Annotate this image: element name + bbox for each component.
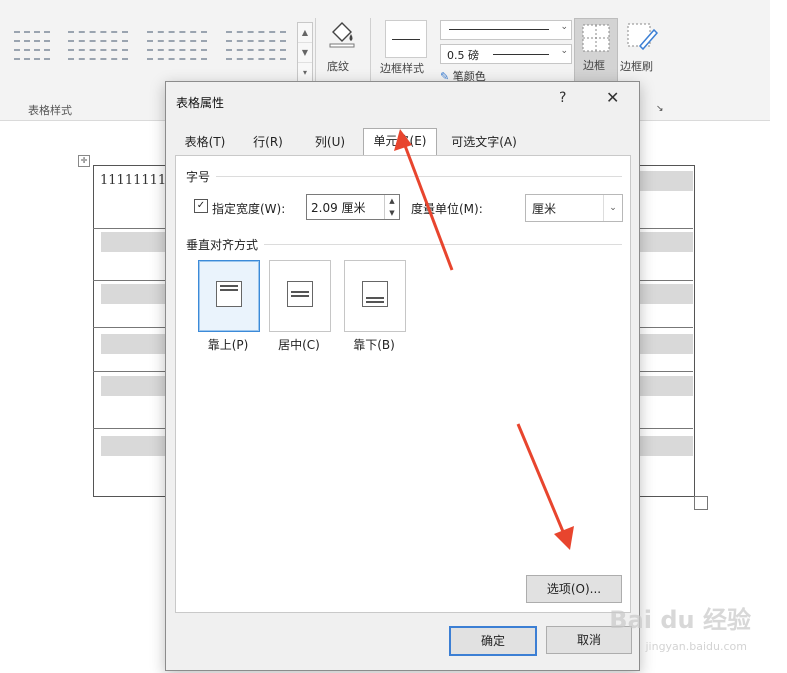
borders-grid-icon [582, 24, 610, 52]
size-section-title: 字号 [186, 170, 211, 184]
align-bottom-label[interactable]: 靠下(B) [339, 336, 409, 353]
style-gallery-scroll[interactable]: ▲ ▼ ▾ [297, 22, 313, 83]
tab-column[interactable]: 列(U) [306, 130, 354, 154]
align-top-label[interactable]: 靠上(P) [193, 336, 263, 353]
table-style-thumbnail[interactable] [14, 26, 50, 72]
shaded-cell [101, 376, 167, 396]
help-button[interactable]: ? [559, 90, 566, 106]
measure-in-select[interactable]: 厘米 ⌄ [525, 194, 623, 222]
shaded-cell [640, 284, 693, 304]
watermark-logo: Bai du 经验 [609, 606, 751, 634]
shaded-cell [101, 232, 167, 252]
options-button[interactable]: 选项(O)... [526, 575, 622, 603]
vertical-alignment-title: 垂直对齐方式 [186, 238, 259, 252]
shaded-cell [640, 334, 693, 354]
align-center-button[interactable] [269, 260, 331, 332]
border-line-style-dropdown[interactable]: ⌄ [440, 20, 572, 40]
table-styles-group-label: 表格样式 [28, 104, 72, 117]
measure-in-value: 厘米 [532, 202, 557, 216]
border-painter-icon[interactable] [626, 22, 658, 52]
borders-button[interactable]: 边框 [574, 18, 618, 90]
watermark-url: jingyan.baidu.com [645, 640, 747, 653]
shaded-cell [101, 284, 167, 304]
annotation-arrow-icon [516, 423, 574, 550]
close-icon[interactable]: ✕ [606, 88, 619, 107]
borders-label: 边框 [583, 59, 605, 72]
preferred-width-spinner[interactable]: 2.09 厘米 ▲ ▼ [306, 194, 400, 220]
preferred-width-checkbox[interactable]: ✓ [194, 199, 208, 213]
shaded-cell [640, 232, 693, 252]
shaded-cell [640, 171, 693, 191]
preferred-width-value: 2.09 厘米 [311, 201, 366, 215]
align-center-label[interactable]: 居中(C) [264, 336, 334, 353]
tab-row[interactable]: 行(R) [244, 130, 292, 154]
chevron-down-icon: ⌄ [560, 46, 568, 56]
border-weight-dropdown[interactable]: 0.5 磅 ⌄ [440, 44, 572, 64]
shaded-cell [101, 436, 167, 456]
pen-color-button[interactable]: ✎ 笔颜色 [440, 68, 486, 82]
shaded-cell [101, 334, 167, 354]
table-style-thumbnail[interactable] [68, 26, 128, 72]
align-bottom-icon [362, 281, 388, 307]
align-top-icon [216, 281, 242, 307]
ok-button[interactable]: 确定 [449, 626, 537, 656]
table-style-thumbnail[interactable] [147, 26, 207, 72]
preferred-width-label: 指定宽度(W): [212, 202, 286, 216]
dialog-title: 表格属性 [176, 96, 225, 110]
tab-table[interactable]: 表格(T) [176, 130, 234, 154]
table-move-handle-icon[interactable]: ✛ [78, 155, 90, 167]
align-top-button[interactable] [198, 260, 260, 332]
shading-bucket-icon[interactable] [327, 18, 357, 48]
annotation-arrow-icon [394, 129, 454, 271]
border-weight-value: 0.5 磅 [447, 49, 479, 62]
chevron-down-icon: ⌄ [560, 22, 568, 32]
border-styles-button[interactable] [385, 20, 427, 58]
shaded-cell [640, 436, 693, 456]
table-style-thumbnail[interactable] [226, 26, 286, 72]
table-resize-handle[interactable] [694, 496, 708, 510]
border-styles-label[interactable]: 边框样式 [380, 60, 424, 76]
dialog-launcher-icon[interactable]: ↘ [656, 104, 664, 114]
align-center-icon [287, 281, 313, 307]
table-cell-text[interactable]: 11111111 [100, 173, 166, 188]
border-painter-label[interactable]: 边框刷 [620, 58, 653, 74]
chevron-down-icon: ⌄ [603, 195, 622, 221]
shaded-cell [640, 376, 693, 396]
shading-label[interactable]: 底纹 [327, 58, 349, 74]
